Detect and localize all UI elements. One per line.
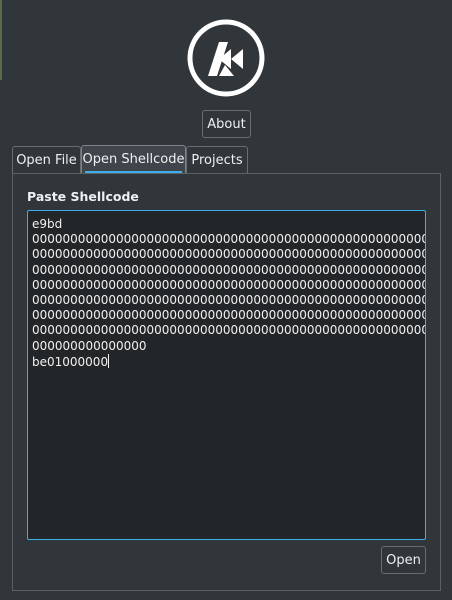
text-cursor [108,353,110,368]
open-button[interactable]: Open [381,546,426,574]
about-button[interactable]: About [202,110,251,138]
paste-shellcode-label: Paste Shellcode [27,189,139,204]
shellcode-line: 0000000000000000000000000000000000000000… [32,247,426,262]
tab-open-file[interactable]: Open File [12,146,81,173]
shellcode-line: 000000000000000 [32,338,147,353]
shellcode-line: 0000000000000000000000000000000000000000… [32,232,426,247]
window-edge [0,0,2,80]
shellcode-line: 0000000000000000000000000000000000000000… [32,277,426,292]
shellcode-line: 0000000000000000000000000000000000000000… [32,323,426,338]
shellcode-textarea[interactable]: e9bd 000000000000000000000000000000000000… [27,210,426,540]
rewind-logo-icon [187,19,265,97]
shellcode-line: 0000000000000000000000000000000000000000… [32,292,426,307]
tab-open-shellcode[interactable]: Open Shellcode [81,145,186,173]
shellcode-line: 0000000000000000000000000000000000000000… [32,262,426,277]
tab-projects[interactable]: Projects [186,146,248,173]
shellcode-line: be01000000 [32,354,109,369]
shellcode-line: 0000000000000000000000000000000000000000… [32,308,426,323]
shellcode-line: e9bd [32,217,63,231]
